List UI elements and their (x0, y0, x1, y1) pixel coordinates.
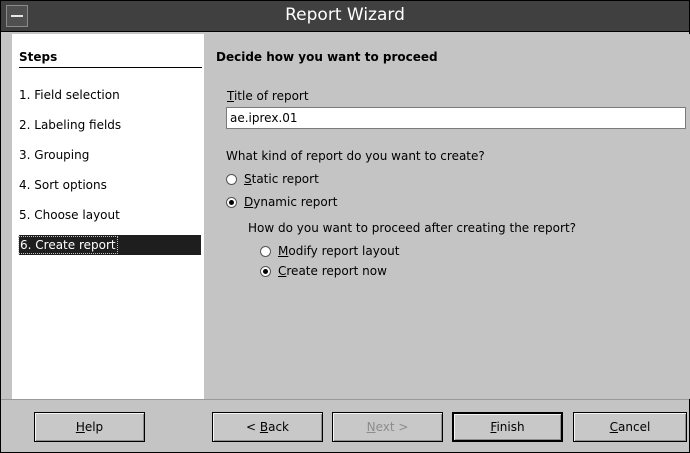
radio-unchecked-icon (226, 173, 237, 185)
report-wizard-window: Report Wizard Steps 1. Field selection 2… (0, 0, 690, 453)
step-create-report[interactable]: 6. Create report (18, 235, 201, 255)
step-sort-options[interactable]: 4. Sort options (19, 175, 201, 195)
modify-layout-radio[interactable]: Modify report layout (260, 244, 400, 258)
create-now-radio[interactable]: Create report now (260, 264, 387, 278)
page-heading: Decide how you want to proceed (216, 50, 438, 64)
title-of-report-input[interactable] (226, 107, 686, 129)
steps-heading: Steps (19, 50, 202, 68)
static-report-radio[interactable]: Static report (226, 172, 319, 186)
step-choose-layout[interactable]: 5. Choose layout (19, 205, 201, 225)
content-panel: Decide how you want to proceed Title of … (204, 34, 690, 399)
radio-unchecked-icon (260, 245, 271, 257)
modify-layout-label: Modify report layout (278, 244, 400, 258)
steps-panel: Steps 1. Field selection 2. Labeling fie… (12, 34, 204, 399)
window-title: Report Wizard (285, 5, 405, 25)
title-of-report-label: Title of report (227, 89, 309, 103)
proceed-question: How do you want to proceed after creatin… (248, 221, 577, 235)
step-grouping[interactable]: 3. Grouping (19, 145, 201, 165)
help-button[interactable]: Help (34, 412, 145, 442)
dynamic-report-label: Dynamic report (244, 195, 338, 209)
step-labeling-fields[interactable]: 2. Labeling fields (19, 115, 201, 135)
dynamic-report-radio[interactable]: Dynamic report (226, 195, 337, 209)
report-kind-question: What kind of report do you want to creat… (226, 149, 485, 163)
title-bar[interactable]: Report Wizard (1, 1, 689, 32)
radio-checked-icon (226, 196, 237, 208)
cancel-button[interactable]: Cancel (573, 412, 687, 442)
button-bar: Help < Back Next > Finish Cancel (1, 399, 689, 452)
finish-button[interactable]: Finish (452, 412, 563, 442)
step-field-selection[interactable]: 1. Field selection (19, 85, 201, 105)
next-button[interactable]: Next > (332, 412, 443, 442)
static-report-label: Static report (244, 172, 319, 186)
back-button[interactable]: < Back (212, 412, 323, 442)
radio-checked-icon (260, 265, 271, 277)
create-now-label: Create report now (278, 264, 387, 278)
